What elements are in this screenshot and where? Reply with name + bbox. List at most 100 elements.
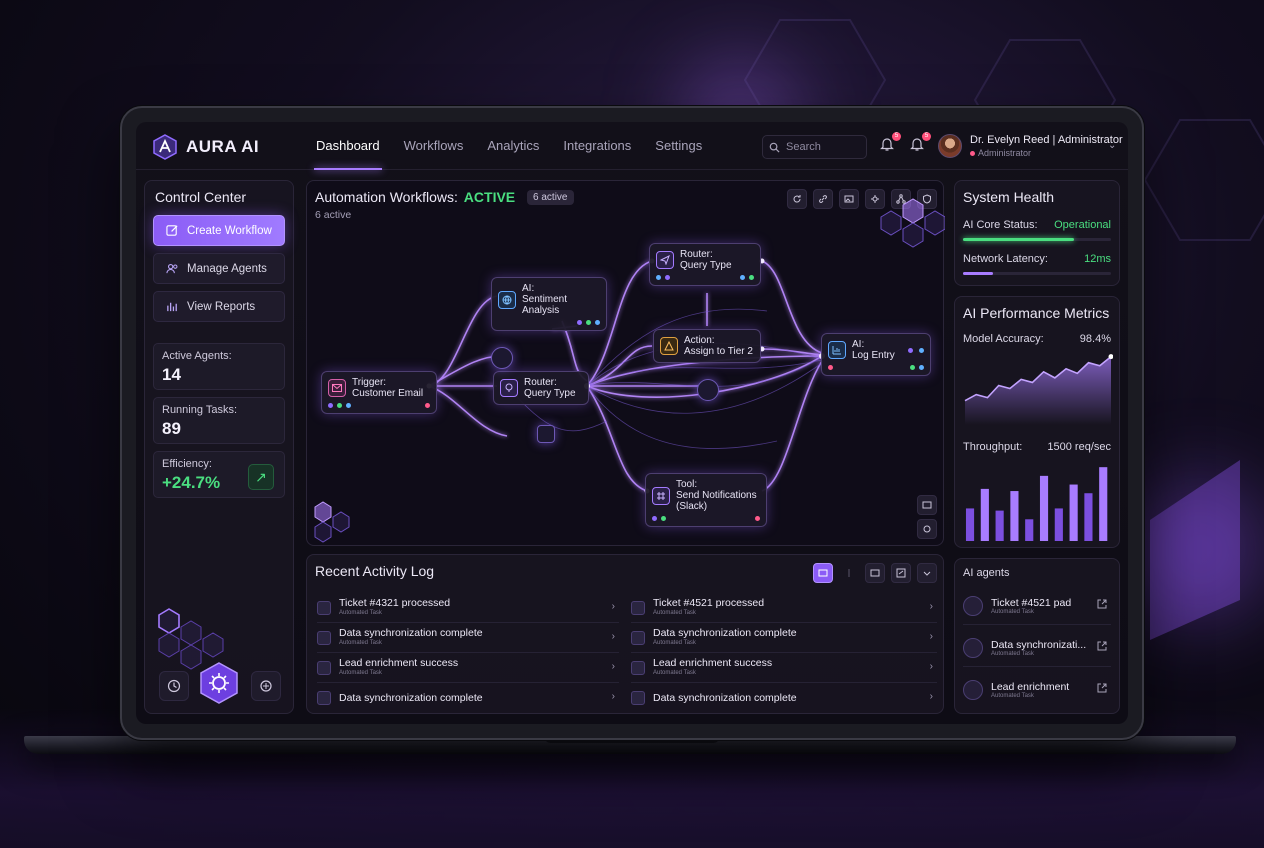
agent-item[interactable]: Ticket #4521 pad Automated Task (963, 587, 1111, 625)
log-subtitle: Automated Task (653, 610, 696, 616)
status-dot (970, 151, 975, 156)
list-view-button[interactable] (813, 563, 833, 583)
user-role: Administrator (970, 148, 1031, 158)
agent-item[interactable]: Lead enrichment Automated Task (963, 671, 1111, 709)
manage-agents-button[interactable]: Manage Agents (153, 253, 285, 284)
ai-brain-button[interactable] (251, 671, 281, 701)
agent-item[interactable]: Data synchronizati... Automated Task (963, 629, 1111, 667)
agent-sub: Automated Task (991, 650, 1034, 657)
laptop-frame: AURA AI Dashboard Workflows Analytics In… (120, 106, 1144, 740)
settings-hex-button[interactable] (197, 661, 241, 705)
grid-view-button[interactable] (839, 563, 859, 583)
list-item[interactable]: Ticket #4521 processed Automated Task › (631, 593, 937, 623)
workflow-node-notify[interactable]: Tool: Send Notifications (Slack) (645, 473, 767, 527)
nav-dashboard[interactable]: Dashboard (304, 122, 392, 170)
search-input[interactable] (786, 141, 856, 153)
node-subtitle: Sentiment Analysis (522, 294, 568, 316)
create-workflow-button[interactable]: Create Workflow (153, 215, 285, 246)
nav-integrations[interactable]: Integrations (551, 122, 643, 170)
workflow-node-router[interactable]: Router: Query Type (493, 371, 589, 405)
image-icon (870, 569, 880, 577)
bar-chart-icon (167, 302, 177, 312)
view-reports-button[interactable]: View Reports (153, 291, 285, 322)
external-link-icon[interactable] (1097, 641, 1107, 651)
view-reports-label: View Reports (187, 300, 256, 313)
globe-icon (498, 290, 516, 309)
canvas-fit-button[interactable] (917, 519, 937, 539)
brain-icon (260, 680, 272, 692)
logo-hexagon-icon (153, 134, 177, 160)
nav-workflows[interactable]: Workflows (392, 122, 476, 170)
alert-count-badge: 5 (922, 132, 931, 141)
workflow-canvas-panel: Automation Workflows: ACTIVE 6 active 6 … (306, 180, 945, 546)
expand-button[interactable] (917, 563, 937, 583)
stat-value: 89 (162, 419, 181, 438)
node-title: Trigger: (352, 377, 387, 388)
external-link-icon[interactable] (1097, 683, 1107, 693)
search-box[interactable] (762, 135, 867, 159)
node-subtitle: Assign to Tier 2 (684, 346, 753, 357)
agents-title: AI agents (963, 567, 1010, 579)
workflow-node-router-2[interactable]: Router: Query Type (649, 243, 761, 286)
list-item[interactable]: Ticket #4321 processed Automated Task › (317, 593, 619, 623)
node-subtitle: Query Type (524, 388, 576, 399)
node-title: Router: (524, 377, 557, 388)
canvas-zoom-button[interactable] (917, 495, 937, 515)
email-icon (328, 379, 346, 397)
throughput-bar (1069, 484, 1078, 541)
history-button[interactable] (159, 671, 189, 701)
agent-icon (963, 595, 983, 616)
log-subtitle: Automated Task (339, 670, 382, 676)
workflow-node-trigger[interactable]: Trigger: Customer Email (321, 371, 437, 414)
external-link-icon[interactable] (1097, 599, 1107, 609)
user-menu-chevron-down-icon[interactable]: ⌄ (1108, 140, 1116, 151)
edit-icon (166, 225, 178, 236)
core-status-bar (963, 238, 1111, 241)
node-subtitle: Query Type (680, 260, 732, 271)
core-status-fill (963, 238, 1074, 241)
workflow-node-sentiment[interactable]: AI: Sentiment Analysis (491, 277, 607, 331)
node-subtitle: Send Notifications (Slack) (676, 490, 757, 512)
node-title: AI: (522, 283, 535, 294)
export-button[interactable] (891, 563, 911, 583)
control-center-panel: Control Center Create Workflow Manage Ag… (144, 180, 294, 714)
throughput-bar (965, 508, 975, 541)
list-item[interactable]: Lead enrichment success Automated Task › (631, 653, 937, 683)
list-item[interactable]: Data synchronization complete › (631, 683, 937, 713)
nav-settings[interactable]: Settings (643, 122, 714, 170)
app-logo[interactable]: AURA AI (152, 134, 259, 160)
throughput-bar (1039, 475, 1049, 541)
workflow-node-log[interactable]: AI: Log Entry (821, 333, 931, 376)
chart-icon (828, 341, 846, 359)
accuracy-value: 98.4% (1079, 333, 1111, 345)
task-icon (317, 691, 331, 705)
latency-fill (963, 272, 993, 275)
export-icon (896, 568, 906, 578)
notifications-button[interactable]: 5 (880, 132, 901, 154)
avatar[interactable] (938, 134, 962, 158)
user-role-text: Administrator (978, 148, 1032, 158)
agent-sub: Automated Task (991, 693, 1034, 699)
list-item[interactable]: Lead enrichment success Automated Task › (317, 653, 619, 683)
list-item[interactable]: Data synchronization complete › (317, 683, 619, 713)
throughput-bar (995, 510, 1004, 541)
node-title: Action: (684, 335, 715, 346)
list-item[interactable]: Data synchronization complete Automated T… (631, 623, 937, 653)
list-icon (818, 569, 828, 577)
active-agents-card: Active Agents: 14 (153, 343, 285, 390)
router-icon (500, 379, 518, 397)
image-view-button[interactable] (865, 563, 885, 583)
app-name: AURA AI (186, 137, 260, 156)
log-subtitle: Automated Task (339, 640, 382, 646)
nav-analytics[interactable]: Analytics (475, 122, 551, 170)
efficiency-card: Efficiency: +24.7% ↗ (153, 451, 285, 498)
list-item[interactable]: Data synchronization complete Automated T… (317, 623, 619, 653)
workflow-node-action[interactable]: Action: Assign to Tier 2 (653, 329, 761, 363)
agent-name: Ticket #4521 pad (991, 596, 1072, 609)
alerts-button[interactable]: 5 (910, 132, 931, 154)
chevron-right-icon: › (611, 601, 615, 612)
chevron-right-icon: › (929, 691, 933, 702)
node-title: Tool: (676, 479, 698, 490)
throughput-label: Throughput: (963, 441, 1023, 453)
throughput-value: 1500 req/sec (1047, 441, 1111, 453)
